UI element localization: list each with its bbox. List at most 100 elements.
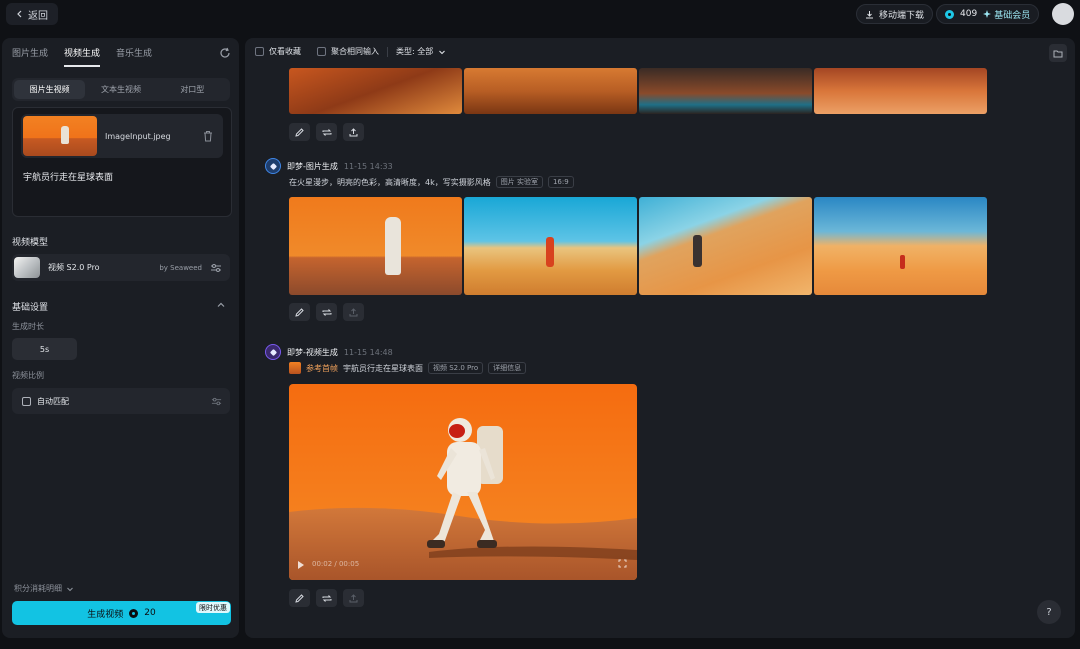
reference-frame-thumbnail <box>289 362 301 374</box>
agent-name: 即梦-视频生成 <box>287 347 338 358</box>
result-image[interactable] <box>464 68 637 114</box>
credits-pill[interactable]: 409 基础会员 <box>936 4 1039 24</box>
generation-panel: 图片生成 视频生成 音乐生成 图片生视频 文本生视频 对口型 ImageInpu… <box>2 38 239 638</box>
mobile-download-button[interactable]: 移动端下载 <box>856 4 933 24</box>
only-favorites-label: 仅看收藏 <box>269 46 301 57</box>
ratio-value: 自动匹配 <box>37 396 69 407</box>
duration-label: 生成时长 <box>12 321 44 332</box>
timestamp: 11-15 14:48 <box>344 348 393 357</box>
video-frame <box>289 384 637 580</box>
ratio-label: 视频比例 <box>12 370 44 381</box>
sparkle-icon <box>983 10 991 18</box>
result-image[interactable] <box>289 68 462 114</box>
coin-icon <box>129 609 138 618</box>
only-favorites-checkbox[interactable]: 仅看收藏 <box>255 46 301 57</box>
help-button[interactable]: ? <box>1037 600 1061 624</box>
tab-music-generation[interactable]: 音乐生成 <box>116 46 152 67</box>
back-button[interactable]: 返回 <box>6 3 58 25</box>
result-image[interactable] <box>289 197 462 295</box>
download-label: 移动端下载 <box>879 8 924 21</box>
message-prompt-line: 参考首帧 宇航员行走在星球表面 视频 S2.0 Pro 详细信息 <box>289 362 526 374</box>
share-button[interactable] <box>343 123 364 141</box>
pencil-icon <box>295 128 304 137</box>
repeat-icon <box>322 594 332 603</box>
upload-icon <box>349 128 358 137</box>
result-image[interactable] <box>814 197 987 295</box>
result-actions <box>289 303 364 321</box>
tab-image-generation[interactable]: 图片生成 <box>12 46 48 67</box>
refresh-icon[interactable] <box>219 47 231 59</box>
chevron-down-icon <box>66 585 74 593</box>
uploaded-file[interactable]: ImageInput.jpeg <box>21 114 223 158</box>
member-badge[interactable]: 基础会员 <box>983 8 1030 21</box>
walker-figure <box>546 237 554 267</box>
chevron-left-icon <box>16 10 24 18</box>
mode-lip-sync[interactable]: 对口型 <box>157 80 228 99</box>
agent-name: 即梦-图片生成 <box>287 161 338 172</box>
model-thumbnail <box>14 257 40 278</box>
trash-icon[interactable] <box>203 130 213 142</box>
basic-settings-title: 基础设置 <box>12 300 48 313</box>
regenerate-button[interactable] <box>316 303 337 321</box>
reference-frame-label[interactable]: 参考首帧 <box>306 363 338 374</box>
pencil-icon <box>295 594 304 603</box>
message-prompt: 宇航员行走在星球表面 <box>343 363 423 374</box>
model-tag: 视频 S2.0 Pro <box>428 362 483 374</box>
ratio-select[interactable]: 自动匹配 <box>12 388 230 414</box>
type-filter-label: 类型: 全部 <box>396 46 433 57</box>
chevron-up-icon[interactable] <box>216 300 226 310</box>
model-name: 视频 S2.0 Pro <box>48 262 100 273</box>
details-tag[interactable]: 详细信息 <box>488 362 526 374</box>
tab-video-generation[interactable]: 视频生成 <box>64 46 100 67</box>
video-mode-selector: 图片生视频 文本生视频 对口型 <box>12 78 230 101</box>
walker-figure <box>900 255 905 269</box>
play-icon[interactable] <box>298 561 304 569</box>
message-prompt-line: 在火星漫步，明亮的色彩，高清晰度，4k，写实摄影风格 图片 实验室 16:9 <box>289 176 574 188</box>
avatar[interactable] <box>1052 3 1074 25</box>
share-button[interactable] <box>343 589 364 607</box>
file-name: ImageInput.jpeg <box>105 132 203 141</box>
divider <box>387 47 388 57</box>
folder-button[interactable] <box>1049 44 1067 62</box>
checkbox-icon <box>317 47 326 56</box>
result-image[interactable] <box>814 68 987 114</box>
edit-button[interactable] <box>289 303 310 321</box>
fullscreen-icon[interactable] <box>618 559 627 568</box>
duration-option-5s[interactable]: 5s <box>12 338 77 360</box>
edit-button[interactable] <box>289 589 310 607</box>
mode-image-to-video[interactable]: 图片生视频 <box>14 80 85 99</box>
message-header: 即梦-图片生成 11-15 14:33 <box>265 158 393 174</box>
timestamp: 11-15 14:33 <box>344 162 393 171</box>
checkbox-icon <box>255 47 264 56</box>
type-filter-dropdown[interactable]: 类型: 全部 <box>396 46 446 57</box>
prompt-input[interactable]: 宇航员行走在星球表面 <box>23 170 113 183</box>
merge-inputs-checkbox[interactable]: 聚合相同输入 <box>317 46 379 57</box>
result-image[interactable] <box>639 68 812 114</box>
input-card: ImageInput.jpeg 宇航员行走在星球表面 <box>12 107 232 217</box>
pencil-icon <box>295 308 304 317</box>
walker-figure <box>693 235 702 267</box>
generation-tabs: 图片生成 视频生成 音乐生成 <box>12 46 152 67</box>
top-bar: 返回 移动端下载 409 基础会员 <box>0 0 1080 30</box>
jimeng-video-logo-icon <box>265 344 281 360</box>
mode-text-to-video[interactable]: 文本生视频 <box>85 80 156 99</box>
result-image[interactable] <box>464 197 637 295</box>
model-selector[interactable]: 视频 S2.0 Pro by Seaweed <box>12 254 230 281</box>
video-time: 00:02 / 00:05 <box>312 560 359 568</box>
settings-sliders-icon <box>211 396 222 407</box>
result-image[interactable] <box>639 197 812 295</box>
upload-icon <box>349 308 358 317</box>
back-label: 返回 <box>28 7 48 22</box>
folder-icon <box>1053 49 1063 58</box>
cost-detail-toggle[interactable]: 积分消耗明细 <box>14 583 74 594</box>
repeat-icon <box>322 308 332 317</box>
settings-sliders-icon[interactable] <box>210 262 222 274</box>
regenerate-button[interactable] <box>316 589 337 607</box>
repeat-icon <box>322 128 332 137</box>
share-button[interactable] <box>343 303 364 321</box>
previous-result-images <box>289 68 987 114</box>
generate-cost: 20 <box>144 608 155 618</box>
video-player[interactable]: 00:02 / 00:05 <box>289 384 637 580</box>
regenerate-button[interactable] <box>316 123 337 141</box>
edit-button[interactable] <box>289 123 310 141</box>
